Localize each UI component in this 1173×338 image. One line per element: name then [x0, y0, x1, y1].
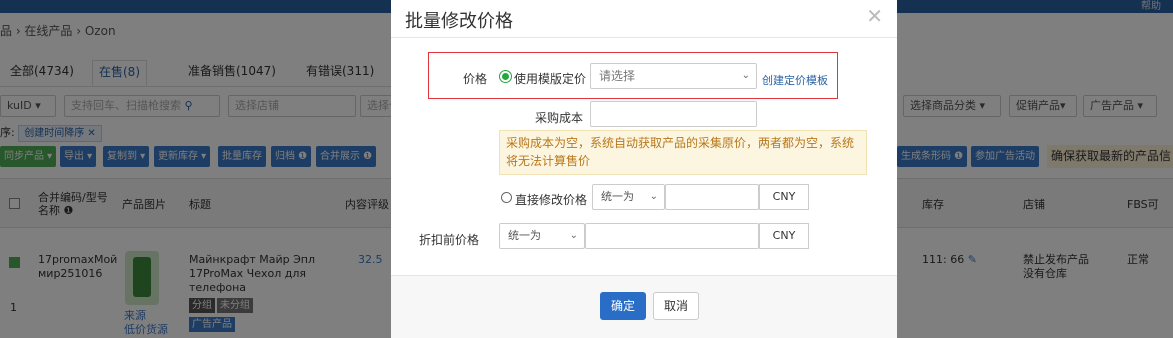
close-icon[interactable]: ✕: [866, 4, 883, 28]
direct-mode-select[interactable]: 统一为 ⌄: [592, 184, 665, 210]
modal-footer: 确定 取消: [391, 275, 897, 338]
direct-edit-label[interactable]: 直接修改价格: [515, 191, 587, 208]
use-template-label[interactable]: 使用模版定价: [514, 70, 586, 87]
pre-discount-currency: CNY: [759, 223, 809, 249]
cost-label: 采购成本: [534, 111, 583, 125]
modal-header: 批量修改价格 ✕: [391, 0, 897, 38]
cancel-button[interactable]: 取消: [653, 292, 700, 320]
use-template-radio[interactable]: [500, 71, 511, 82]
batch-price-modal: 批量修改价格 ✕ 价格 使用模版定价 请选择 ⌄ 创建定价模板 采购成本 采购成…: [391, 0, 897, 338]
pre-discount-label: 折扣前价格: [418, 233, 479, 247]
direct-edit-radio[interactable]: [501, 192, 512, 203]
modal-title: 批量修改价格: [405, 11, 513, 32]
direct-currency: CNY: [759, 184, 809, 210]
confirm-button[interactable]: 确定: [600, 292, 647, 320]
cost-warning: 采购成本为空，系统自动获取产品的采集原价，两者都为空，系统将无法计算售价: [499, 130, 867, 175]
direct-price-input[interactable]: [665, 184, 759, 210]
pre-discount-mode-select[interactable]: 统一为 ⌄: [499, 223, 585, 249]
cost-input[interactable]: [590, 101, 757, 127]
create-template-link[interactable]: 创建定价模板: [762, 72, 828, 88]
chevron-down-icon: ⌄: [569, 230, 578, 241]
pre-discount-input[interactable]: [585, 223, 759, 249]
chevron-down-icon: ⌄: [741, 70, 750, 81]
chevron-down-icon: ⌄: [649, 191, 658, 202]
price-label: 价格: [462, 72, 487, 86]
template-select[interactable]: 请选择 ⌄: [590, 63, 757, 89]
